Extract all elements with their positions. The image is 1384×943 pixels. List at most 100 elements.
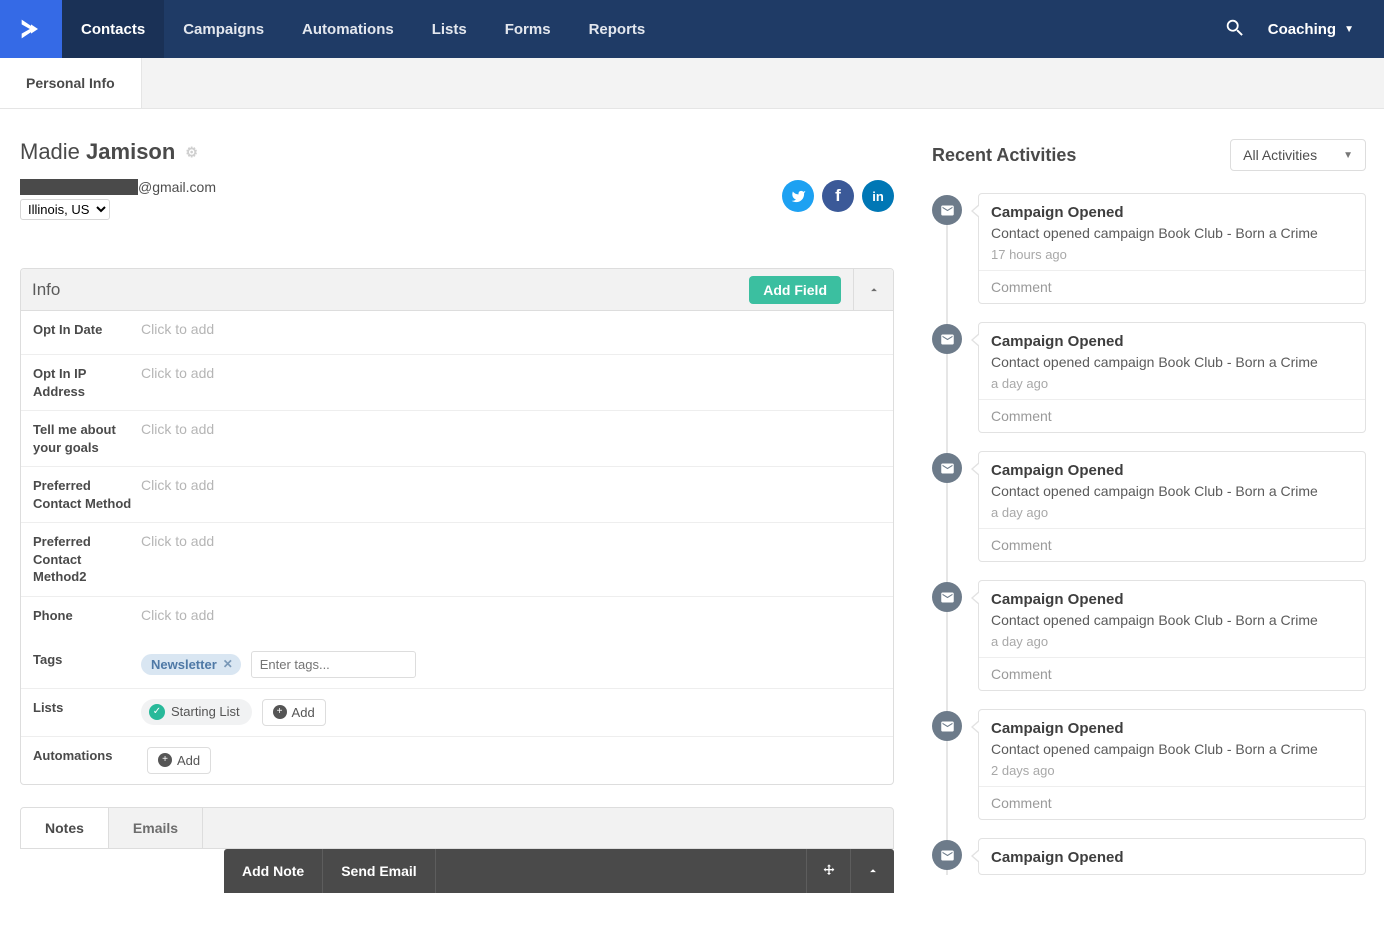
- social-row: f in: [782, 180, 894, 212]
- email-suffix: @gmail.com: [138, 179, 216, 195]
- collapse-toggle[interactable]: [853, 269, 893, 311]
- activity-comment-link[interactable]: Comment: [979, 399, 1365, 432]
- caret-down-icon: ▼: [1343, 150, 1353, 161]
- tab-notes[interactable]: Notes: [21, 808, 109, 848]
- envelope-icon: [932, 453, 962, 483]
- logo-chevron-icon: [17, 15, 45, 43]
- activity-time: 17 hours ago: [991, 247, 1353, 262]
- envelope-icon: [932, 324, 962, 354]
- add-note-button[interactable]: Add Note: [224, 849, 323, 893]
- move-handle-icon[interactable]: [806, 849, 850, 893]
- plus-circle-icon: +: [158, 753, 172, 767]
- nav-item-automations[interactable]: Automations: [283, 0, 413, 58]
- activity-description: Contact opened campaign Book Club - Born…: [991, 354, 1353, 370]
- gear-icon[interactable]: ⚙: [185, 144, 198, 161]
- search-icon[interactable]: [1224, 17, 1246, 42]
- click-to-add[interactable]: Click to add: [141, 533, 214, 549]
- field-lists: Lists ✓ Starting List + Add: [21, 689, 893, 737]
- activity-description: Contact opened campaign Book Club - Born…: [991, 741, 1353, 757]
- field-label: Opt In IP Address: [33, 365, 141, 400]
- activity-comment-link[interactable]: Comment: [979, 528, 1365, 561]
- lists-label: Lists: [33, 699, 141, 717]
- contact-last-name: Jamison: [86, 139, 175, 164]
- automations-label: Automations: [33, 747, 141, 765]
- add-list-button[interactable]: + Add: [262, 699, 326, 726]
- click-to-add[interactable]: Click to add: [141, 365, 214, 381]
- field-automations: Automations + Add: [21, 737, 893, 784]
- click-to-add[interactable]: Click to add: [141, 421, 214, 437]
- tab-personal-info[interactable]: Personal Info: [0, 58, 142, 108]
- subtab-bar: Personal Info: [0, 58, 1384, 109]
- nav-item-forms[interactable]: Forms: [486, 0, 570, 58]
- field-label: Phone: [33, 607, 141, 625]
- caret-down-icon: ▼: [1344, 24, 1354, 35]
- activities-filter[interactable]: All Activities ▼: [1230, 139, 1366, 171]
- linkedin-icon[interactable]: in: [862, 180, 894, 212]
- account-menu[interactable]: Coaching ▼: [1268, 21, 1354, 38]
- facebook-icon[interactable]: f: [822, 180, 854, 212]
- nav-item-lists[interactable]: Lists: [413, 0, 486, 58]
- field-label: Tell me about your goals: [33, 421, 141, 456]
- click-to-add[interactable]: Click to add: [141, 607, 214, 623]
- activity-time: a day ago: [991, 376, 1353, 391]
- add-automation-button[interactable]: + Add: [147, 747, 211, 774]
- contact-name: Madie Jamison ⚙: [20, 139, 894, 165]
- account-label: Coaching: [1268, 21, 1336, 38]
- tab-emails[interactable]: Emails: [109, 808, 203, 848]
- tag-text: Newsletter: [151, 657, 217, 672]
- activity-card: Campaign Opened Contact opened campaign B…: [978, 580, 1366, 691]
- tag-input[interactable]: [251, 651, 416, 678]
- notes-email-tabs: Notes Emails: [20, 807, 894, 849]
- activity-item: Campaign Opened Contact opened campaign B…: [932, 580, 1366, 691]
- info-panel: Info Add Field Opt In DateClick to add Op…: [20, 268, 894, 785]
- envelope-icon: [932, 711, 962, 741]
- click-to-add[interactable]: Click to add: [141, 477, 214, 493]
- activity-description: Contact opened campaign Book Club - Born…: [991, 483, 1353, 499]
- activity-comment-link[interactable]: Comment: [979, 270, 1365, 303]
- activity-title: Campaign Opened: [991, 849, 1353, 866]
- field-row: Preferred Contact Method2Click to add: [21, 523, 893, 597]
- info-panel-header: Info Add Field: [21, 269, 893, 311]
- list-chip[interactable]: ✓ Starting List: [141, 699, 252, 725]
- recent-activities-pane: Recent Activities All Activities ▼ Campa…: [914, 109, 1384, 893]
- activity-title: Campaign Opened: [991, 462, 1353, 479]
- envelope-icon: [932, 195, 962, 225]
- field-row: PhoneClick to add: [21, 597, 893, 641]
- tags-label: Tags: [33, 651, 141, 669]
- activity-title: Campaign Opened: [991, 333, 1353, 350]
- activity-card: Campaign Opened Contact opened campaign B…: [978, 451, 1366, 562]
- field-row: Opt In DateClick to add: [21, 311, 893, 355]
- collapse-up-icon[interactable]: [850, 849, 894, 893]
- nav-item-reports[interactable]: Reports: [570, 0, 665, 58]
- tag-remove-icon[interactable]: ✕: [223, 657, 233, 671]
- activity-item: Campaign Opened: [932, 838, 1366, 875]
- info-panel-title: Info: [32, 280, 749, 300]
- add-field-button[interactable]: Add Field: [749, 276, 841, 304]
- app-logo[interactable]: [0, 0, 62, 58]
- add-label: Add: [292, 705, 315, 720]
- twitter-icon[interactable]: [782, 180, 814, 212]
- activity-comment-link[interactable]: Comment: [979, 657, 1365, 690]
- chevron-up-icon: [867, 283, 881, 297]
- contact-detail-pane: Madie Jamison ⚙ @gmail.com Illinois, US …: [0, 109, 914, 893]
- nav-items: ContactsCampaignsAutomationsListsFormsRe…: [62, 0, 664, 58]
- nav-item-contacts[interactable]: Contacts: [62, 0, 164, 58]
- field-label: Preferred Contact Method2: [33, 533, 141, 586]
- activity-card: Campaign Opened Contact opened campaign B…: [978, 322, 1366, 433]
- nav-item-campaigns[interactable]: Campaigns: [164, 0, 283, 58]
- activity-title: Campaign Opened: [991, 591, 1353, 608]
- activity-time: a day ago: [991, 505, 1353, 520]
- tag-chip[interactable]: Newsletter ✕: [141, 654, 241, 675]
- activity-comment-link[interactable]: Comment: [979, 786, 1365, 819]
- activity-item: Campaign OpenedContact opened campaign B…: [932, 193, 1366, 304]
- email-redacted: [20, 179, 138, 195]
- action-bar: Add Note Send Email: [224, 849, 894, 893]
- location-select[interactable]: Illinois, US: [20, 199, 110, 220]
- click-to-add[interactable]: Click to add: [141, 321, 214, 337]
- activity-description: Contact opened campaign Book Club - Born…: [991, 612, 1353, 628]
- activity-item: Campaign OpenedContact opened campaign B…: [932, 709, 1366, 820]
- envelope-icon: [932, 840, 962, 870]
- activity-title: Campaign Opened: [991, 204, 1353, 221]
- contact-email[interactable]: @gmail.com: [20, 179, 894, 195]
- send-email-button[interactable]: Send Email: [323, 849, 435, 893]
